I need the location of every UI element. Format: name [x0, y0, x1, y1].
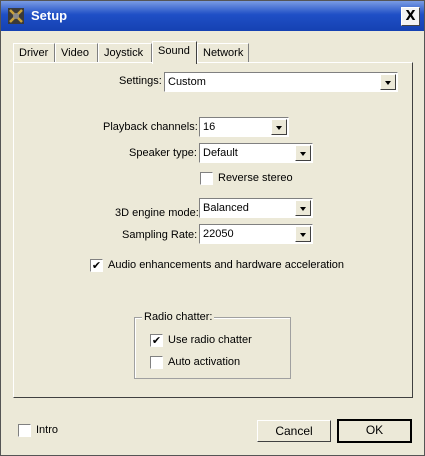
tab-driver[interactable]: Driver — [13, 43, 55, 63]
close-button[interactable]: X — [401, 7, 420, 26]
tab-network[interactable]: Network — [197, 43, 249, 63]
chevron-down-icon[interactable] — [380, 74, 396, 90]
speaker-type-value: Default — [203, 147, 238, 159]
intro-label[interactable]: Intro — [36, 424, 58, 436]
chevron-down-icon[interactable] — [271, 119, 287, 135]
chevron-down-icon[interactable] — [295, 226, 311, 242]
playback-channels-dropdown[interactable]: 16 — [199, 117, 289, 137]
engine-mode-dropdown[interactable]: Balanced — [199, 198, 313, 218]
title-bar[interactable]: Setup X — [1, 1, 424, 31]
speaker-type-label: Speaker type: — [129, 147, 197, 159]
auto-activation-checkbox[interactable] — [150, 356, 163, 369]
settings-label: Settings: — [119, 75, 162, 87]
settings-value: Custom — [168, 76, 206, 88]
chevron-down-icon[interactable] — [295, 145, 311, 161]
joystick-icon — [8, 8, 24, 24]
cancel-button[interactable]: Cancel — [257, 420, 331, 442]
reverse-stereo-checkbox[interactable] — [200, 172, 213, 185]
sampling-rate-label: Sampling Rate: — [122, 229, 198, 241]
sampling-rate-value: 22050 — [203, 228, 234, 240]
audio-enhancements-checkbox[interactable]: ✔ — [90, 259, 103, 272]
use-radio-chatter-checkbox[interactable]: ✔ — [150, 334, 163, 347]
radio-chatter-group — [134, 317, 291, 379]
chevron-down-icon[interactable] — [295, 200, 311, 216]
tab-joystick[interactable]: Joystick — [98, 43, 152, 63]
intro-checkbox[interactable] — [18, 424, 31, 437]
playback-channels-value: 16 — [203, 121, 216, 133]
playback-channels-label: Playback channels: — [103, 121, 198, 133]
use-radio-chatter-label[interactable]: Use radio chatter — [168, 334, 252, 346]
auto-activation-label[interactable]: Auto activation — [168, 356, 240, 368]
audio-enhancements-label[interactable]: Audio enhancements and hardware accelera… — [108, 259, 344, 271]
engine-mode-label: 3D engine mode: — [115, 207, 199, 219]
engine-mode-value: Balanced — [203, 202, 249, 214]
reverse-stereo-label[interactable]: Reverse stereo — [218, 172, 293, 184]
tab-video[interactable]: Video — [55, 43, 98, 63]
window-title: Setup — [31, 8, 68, 23]
ok-button[interactable]: OK — [337, 419, 412, 443]
speaker-type-dropdown[interactable]: Default — [199, 143, 313, 163]
settings-dropdown[interactable]: Custom — [164, 72, 398, 92]
radio-chatter-group-label: Radio chatter: — [142, 311, 215, 323]
tab-sound[interactable]: Sound — [152, 41, 197, 64]
setup-window: Setup X Driver Video Joystick Sound Netw… — [0, 0, 425, 456]
sampling-rate-dropdown[interactable]: 22050 — [199, 224, 313, 244]
